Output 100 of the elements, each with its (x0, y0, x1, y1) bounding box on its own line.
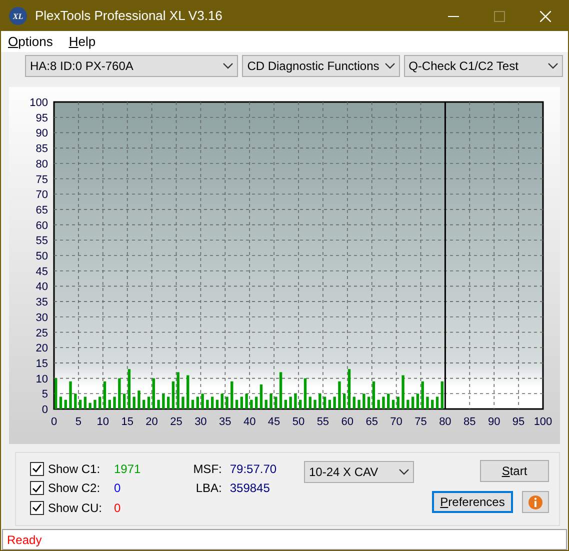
checkbox[interactable] (30, 481, 44, 496)
checkbox-label[interactable]: Show C1: (48, 460, 114, 478)
c1-bar (59, 396, 62, 409)
c1-bar (182, 396, 184, 409)
c1-bar (191, 400, 194, 409)
x-axis-label: 10 (96, 416, 110, 428)
c1-bar (367, 396, 370, 409)
x-axis-label: 35 (219, 416, 232, 428)
c1-bar (264, 400, 268, 409)
c1-bar (274, 396, 278, 409)
c1-bar (230, 381, 234, 409)
c1-bar (64, 400, 67, 409)
c1-bar (299, 400, 302, 409)
y-axis-label: 40 (36, 281, 48, 294)
c1-bar (382, 396, 385, 409)
checkbox[interactable] (30, 462, 44, 476)
c1-bar (402, 375, 404, 409)
c1-bar (78, 400, 82, 409)
x-axis-label: 20 (146, 416, 158, 428)
c1-bar (128, 369, 131, 409)
checkbox-label[interactable]: Show CU: (48, 498, 114, 517)
c1-bar (162, 394, 165, 409)
readout-label: LBA: (194, 480, 222, 498)
readout-value: 359845 (230, 480, 270, 498)
checkbox[interactable] (30, 500, 44, 515)
c1-bar (362, 394, 366, 409)
c1-bar (406, 400, 410, 409)
menu-item[interactable]: Options (8, 32, 53, 52)
x-axis-label: 45 (268, 416, 280, 428)
dropdown[interactable]: CD Diagnostic Functions (242, 55, 400, 77)
y-axis-label: 80 (36, 158, 48, 170)
c1-bar (186, 375, 190, 409)
c1-bar (387, 394, 390, 409)
y-axis-label: 55 (36, 235, 48, 248)
c1-bar (294, 394, 297, 409)
chevron-down-icon (384, 63, 395, 69)
c1-bar (318, 394, 322, 409)
readout-value: 79:57.70 (230, 460, 277, 478)
y-axis-label: 25 (36, 327, 48, 340)
y-axis-label: 50 (36, 250, 48, 262)
c1-bar (323, 396, 326, 409)
chevron-down-icon (548, 63, 558, 69)
y-axis-label: 45 (36, 266, 48, 278)
c1-bar (377, 400, 380, 409)
c1-bar (172, 381, 175, 409)
y-axis-label: 85 (36, 143, 48, 156)
c1-bar (118, 378, 121, 409)
c1-bar (436, 396, 439, 409)
x-axis-label: 55 (316, 416, 330, 428)
c1-bar (289, 396, 292, 409)
counter-value: 1971 (114, 460, 141, 478)
c1-bar (260, 384, 263, 409)
menu-item[interactable]: Help (68, 32, 96, 52)
c1-bar (396, 396, 400, 409)
y-axis-label: 15 (36, 358, 48, 370)
x-axis-label: 5 (75, 416, 82, 428)
c1-bar (343, 394, 346, 409)
checkbox-label[interactable]: Show C2: (48, 479, 114, 498)
start-button[interactable]: Start (480, 460, 549, 482)
c1-bar (216, 400, 219, 409)
y-axis-label: 10 (36, 373, 48, 386)
c1-bar (54, 378, 58, 409)
x-axis-label: 75 (414, 416, 427, 428)
y-axis-label: 0 (42, 404, 48, 416)
c1-bar (440, 381, 444, 409)
x-axis-label: 90 (488, 416, 500, 428)
c1-bar (138, 390, 140, 409)
x-axis-label: 30 (194, 416, 207, 428)
c1-bar (157, 400, 160, 409)
counter-value: 0 (114, 500, 121, 517)
c1-bar (210, 396, 214, 409)
c1-bar (308, 396, 312, 409)
c1-bar (74, 394, 77, 409)
window-title: PlexTools Professional XL V3.16 (35, 7, 224, 26)
c1-bar (416, 394, 420, 409)
x-axis-label: 80 (439, 416, 452, 428)
app-logo: XL (9, 7, 27, 25)
c1-bar (328, 400, 332, 409)
y-axis-label: 95 (36, 112, 48, 124)
dropdown[interactable]: HA:8 ID:0 PX-760A (25, 55, 238, 77)
y-axis-label: 20 (36, 342, 48, 355)
close-icon[interactable] (540, 10, 550, 22)
c1-bar (426, 396, 429, 409)
c1-bar (338, 381, 341, 409)
y-axis-label: 65 (36, 204, 48, 216)
y-axis-label: 70 (36, 189, 48, 202)
dropdown[interactable]: Q-Check C1/C2 Test (404, 55, 563, 77)
speed-dropdown[interactable]: 10-24 X CAV (304, 461, 414, 483)
c1-bar (98, 396, 102, 409)
c1-bar (206, 400, 209, 409)
preferences-button[interactable]: Preferences (432, 491, 513, 513)
c1-bar (176, 372, 180, 409)
c1-bar (348, 369, 351, 409)
c1-bar (284, 400, 288, 409)
x-axis-label: 60 (341, 416, 354, 428)
c1-bar (270, 394, 272, 409)
status-text: Ready (2, 529, 567, 550)
info-button[interactable] (522, 491, 549, 513)
c1-bar (250, 400, 253, 409)
c1-bar (245, 394, 248, 409)
